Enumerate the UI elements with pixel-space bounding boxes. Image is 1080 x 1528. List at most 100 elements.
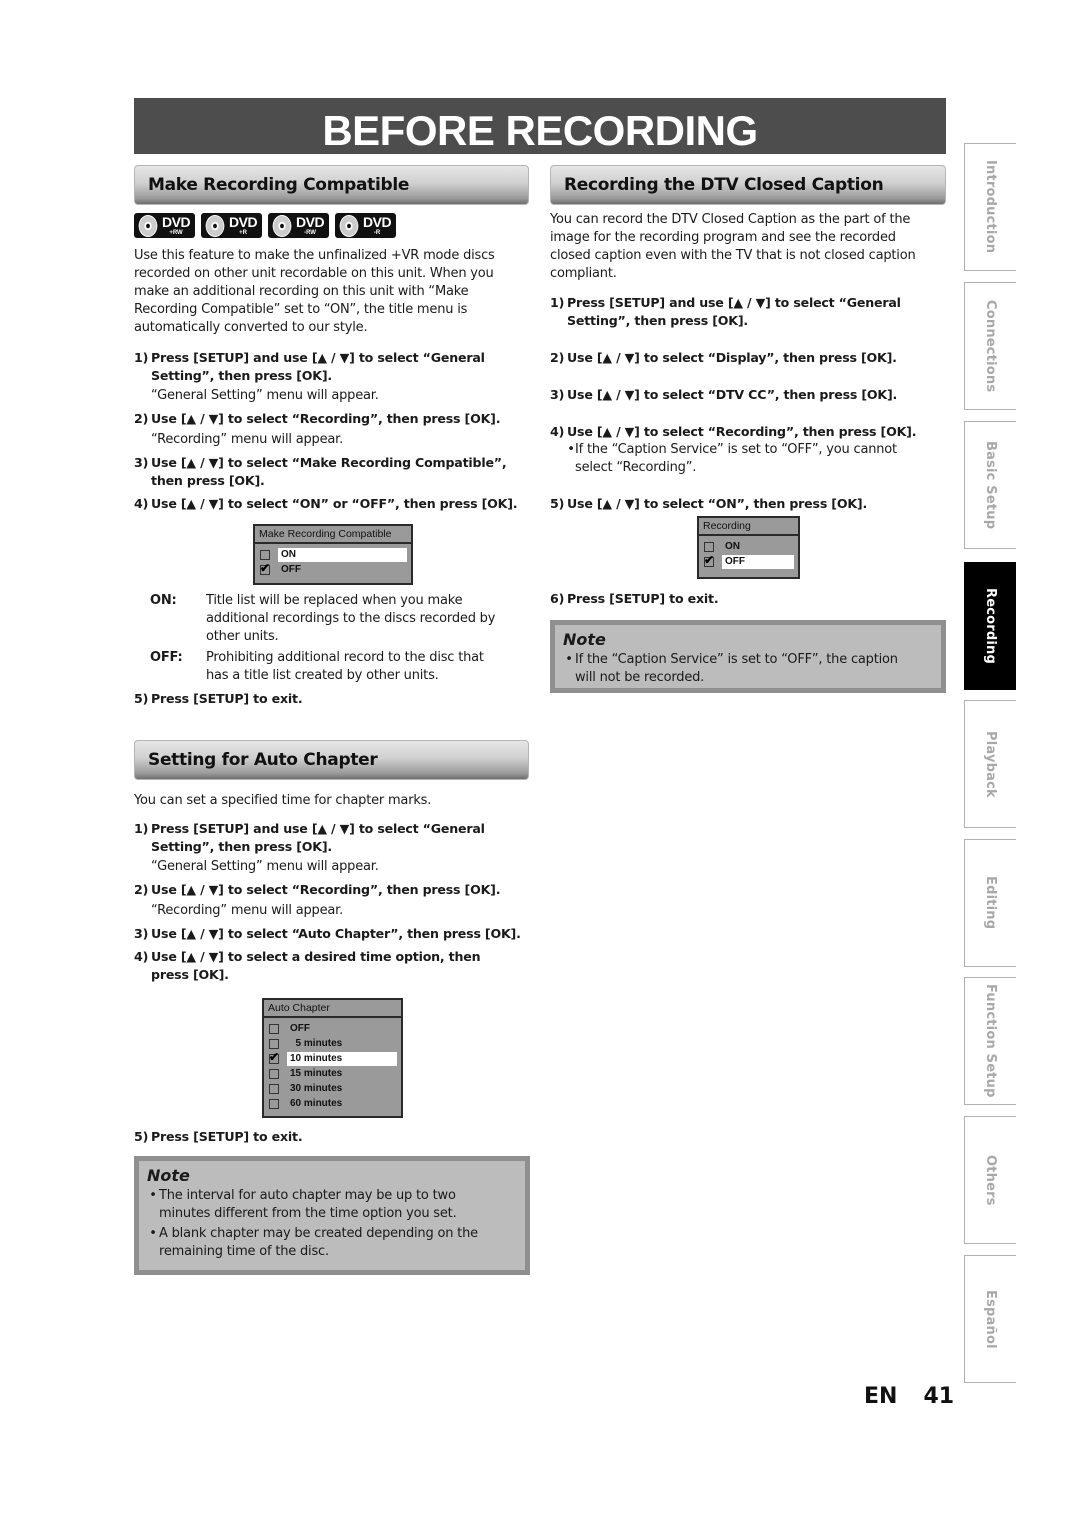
side-tab-label: Editing xyxy=(983,876,998,930)
disc-icon xyxy=(337,213,361,238)
badge-label: DVD xyxy=(363,214,392,230)
step-text: Use [▲ / ▼] to select “ON” or “OFF”, the… xyxy=(151,496,518,511)
step-3: 3) Use [▲ / ▼] to select “Make Recording … xyxy=(134,454,534,490)
dvd-minus-rw-icon: DVD -RW xyxy=(268,213,329,238)
dtv-cc-intro: You can record the DTV Closed Caption as… xyxy=(550,211,950,283)
step-bullet: • If the “Caption Service” is set to “OFF… xyxy=(567,442,897,475)
side-tab-editing[interactable]: Editing xyxy=(964,839,1016,967)
page-number-value: 41 xyxy=(923,1384,955,1409)
step-2: 2) Use [▲ / ▼] to select “Display”, then … xyxy=(550,349,950,367)
osd-menu-title: Auto Chapter xyxy=(264,1000,401,1018)
step-number: 2) xyxy=(550,350,565,365)
osd-option-label: 30 minutes xyxy=(290,1082,343,1094)
page-number: EN 41 xyxy=(864,1384,954,1409)
checkbox-icon xyxy=(269,1083,279,1094)
note-text: If the “Caption Service” is set to “OFF”… xyxy=(575,652,898,667)
auto-chapter-content: You can set a specified time for chapter… xyxy=(134,792,534,984)
osd-option-on[interactable]: ON xyxy=(260,547,407,562)
dvd-plus-rw-icon: DVD +RW xyxy=(134,213,195,238)
step-number: 6) xyxy=(550,591,565,606)
auto-chapter-intro: You can set a specified time for chapter… xyxy=(134,793,432,808)
step-result: “Recording” menu will appear. xyxy=(151,903,344,918)
side-tab-recording[interactable]: Recording xyxy=(964,562,1016,690)
definition-text: has a title list created by other units. xyxy=(206,668,439,683)
dvd-minus-r-icon: DVD -R xyxy=(335,213,396,238)
auto-chapter-exit: 5) Press [SETUP] to exit. xyxy=(134,1128,534,1146)
step-number: 3) xyxy=(134,926,149,941)
intro-line: Recording Compatible” set to “ON”, the t… xyxy=(134,302,468,317)
step-text: Setting”, then press [OK]. xyxy=(151,839,332,854)
note-box-dtv-cc: Note • If the “Caption Service” is set to… xyxy=(550,620,946,693)
step-text: Press [SETUP] to exit. xyxy=(151,691,303,706)
osd-option-10-minutes[interactable]: 10 minutes xyxy=(269,1050,397,1066)
step-2: 2) Use [▲ / ▼] to select “Recording”, the… xyxy=(134,881,534,899)
step-4: 4) Use [▲ / ▼] to select “Recording”, the… xyxy=(550,423,950,441)
step-number: 5) xyxy=(134,1129,149,1144)
osd-option-5-minutes[interactable]: 5 minutes xyxy=(269,1036,397,1051)
side-tab-connections[interactable]: Connections xyxy=(964,282,1016,410)
step-text: Use [▲ / ▼] to select “Recording”, then … xyxy=(567,424,917,439)
definition-text: other units. xyxy=(206,629,279,644)
step-number: 1) xyxy=(134,350,149,365)
badge-sub: +R xyxy=(239,230,247,236)
osd-option-15-minutes[interactable]: 15 minutes xyxy=(269,1066,397,1081)
osd-option-60-minutes[interactable]: 60 minutes xyxy=(269,1096,397,1111)
osd-menu-make-recording-compatible: Make Recording Compatible ON OFF xyxy=(253,524,413,585)
step-text: Use [▲ / ▼] to select “Make Recording Co… xyxy=(151,455,507,470)
intro-line: image for the recording program and see … xyxy=(550,230,896,245)
badge-label: DVD xyxy=(162,214,191,230)
osd-option-label: 60 minutes xyxy=(290,1097,343,1109)
osd-option-off[interactable]: OFF xyxy=(260,561,407,577)
intro-line: Use this feature to make the unfinalized… xyxy=(134,248,495,263)
side-tab-label: Others xyxy=(983,1154,998,1206)
definition-text: additional recordings to the discs recor… xyxy=(206,611,496,626)
osd-option-label: OFF xyxy=(722,554,794,569)
osd-option-on[interactable]: ON xyxy=(704,539,794,554)
osd-option-off[interactable]: OFF xyxy=(704,553,794,569)
note-title: Note xyxy=(147,1166,190,1185)
step-text: Press [SETUP] to exit. xyxy=(151,1129,303,1144)
section-header-dtv-closed-caption: Recording the DTV Closed Caption xyxy=(550,165,946,205)
side-tab-espanol[interactable]: Español xyxy=(964,1255,1016,1383)
badge-sub: -R xyxy=(373,230,381,236)
osd-option-label: ON xyxy=(278,547,407,562)
side-tab-introduction[interactable]: Introduction xyxy=(964,143,1016,271)
checkbox-icon xyxy=(704,541,714,552)
note-bullet: • If the “Caption Service” is set to “OFF… xyxy=(565,652,898,685)
note-text: will not be recorded. xyxy=(575,670,705,685)
step-text: Use [▲ / ▼] to select “Display”, then pr… xyxy=(567,350,897,365)
step-number: 2) xyxy=(134,882,149,897)
side-tab-playback[interactable]: Playback xyxy=(964,700,1016,828)
disc-icon xyxy=(136,213,160,238)
side-tab-function-setup[interactable]: Function Setup xyxy=(964,977,1016,1105)
note-bullet: • The interval for auto chapter may be up… xyxy=(149,1188,457,1221)
osd-menu-recording: Recording ON OFF xyxy=(697,516,800,579)
note-title: Note xyxy=(563,630,606,649)
badge-label: DVD xyxy=(229,214,258,230)
bullet-text: select “Recording”. xyxy=(575,460,697,475)
disc-compatibility-badges: DVD +RW DVD +R DVD -RW DVD -R xyxy=(134,213,396,238)
checkbox-icon xyxy=(260,549,270,560)
step-text: Use [▲ / ▼] to select “Recording”, then … xyxy=(151,411,501,426)
intro-line: recorded on other unit recordable on thi… xyxy=(134,266,494,281)
side-tab-others[interactable]: Others xyxy=(964,1116,1016,1244)
step-4: 4) Use [▲ / ▼] to select a desired time o… xyxy=(134,948,534,984)
intro-line: You can record the DTV Closed Caption as… xyxy=(550,212,911,227)
side-tab-basic-setup[interactable]: Basic Setup xyxy=(964,421,1016,549)
step-number: 5) xyxy=(134,691,149,706)
note-text: minutes different from the time option y… xyxy=(159,1206,457,1221)
osd-option-off[interactable]: OFF xyxy=(269,1021,397,1036)
step-text: press [OK]. xyxy=(151,967,229,982)
step-text: Use [▲ / ▼] to select “Auto Chapter”, th… xyxy=(151,926,521,941)
intro-line: automatically converted to our style. xyxy=(134,320,368,335)
osd-menu-title: Make Recording Compatible xyxy=(255,526,411,544)
osd-option-30-minutes[interactable]: 30 minutes xyxy=(269,1081,397,1096)
page-title: BEFORE RECORDING xyxy=(134,98,946,154)
disc-icon xyxy=(270,213,294,238)
osd-menu-auto-chapter: Auto Chapter OFF 5 minutes 10 minutes 15… xyxy=(262,998,403,1118)
step-number: 1) xyxy=(134,821,149,836)
step-text: Use [▲ / ▼] to select “Recording”, then … xyxy=(151,882,501,897)
step-text: Press [SETUP] to exit. xyxy=(567,591,719,606)
step-3: 3) Use [▲ / ▼] to select “DTV CC”, then p… xyxy=(550,386,950,404)
step-result: “Recording” menu will appear. xyxy=(151,432,344,447)
